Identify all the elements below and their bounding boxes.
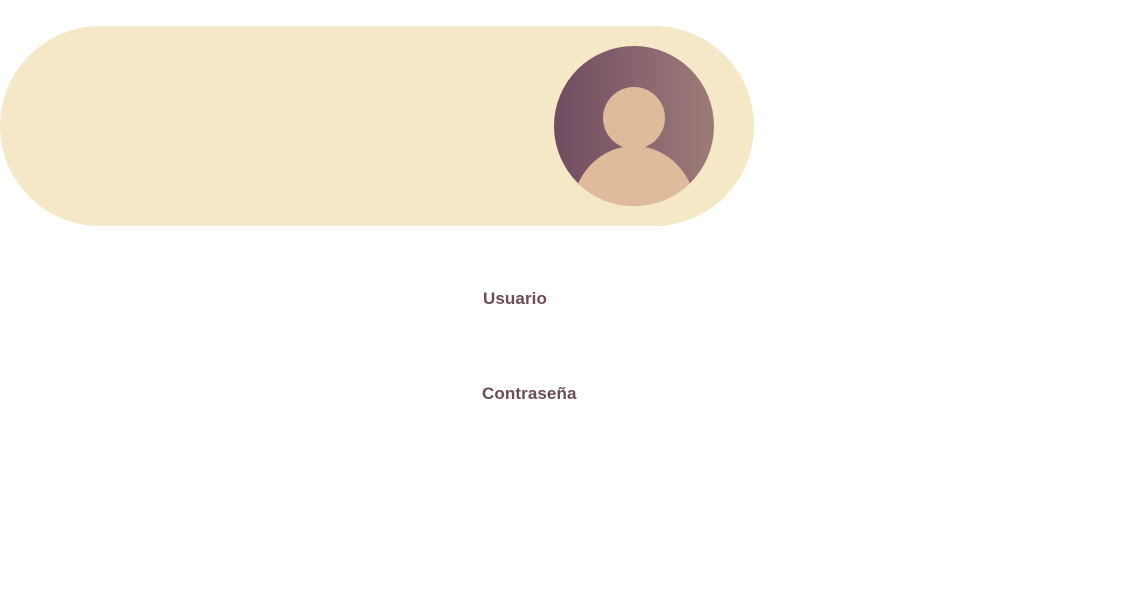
avatar-silhouette: [572, 87, 696, 206]
header-banner: [0, 26, 754, 226]
password-input[interactable]: [482, 413, 662, 441]
user-avatar-icon: [554, 46, 714, 206]
login-page: Usuario Contraseña: [0, 0, 1134, 600]
username-input[interactable]: [482, 318, 662, 346]
password-label: Contraseña: [482, 384, 577, 403]
username-label: Usuario: [483, 289, 547, 308]
